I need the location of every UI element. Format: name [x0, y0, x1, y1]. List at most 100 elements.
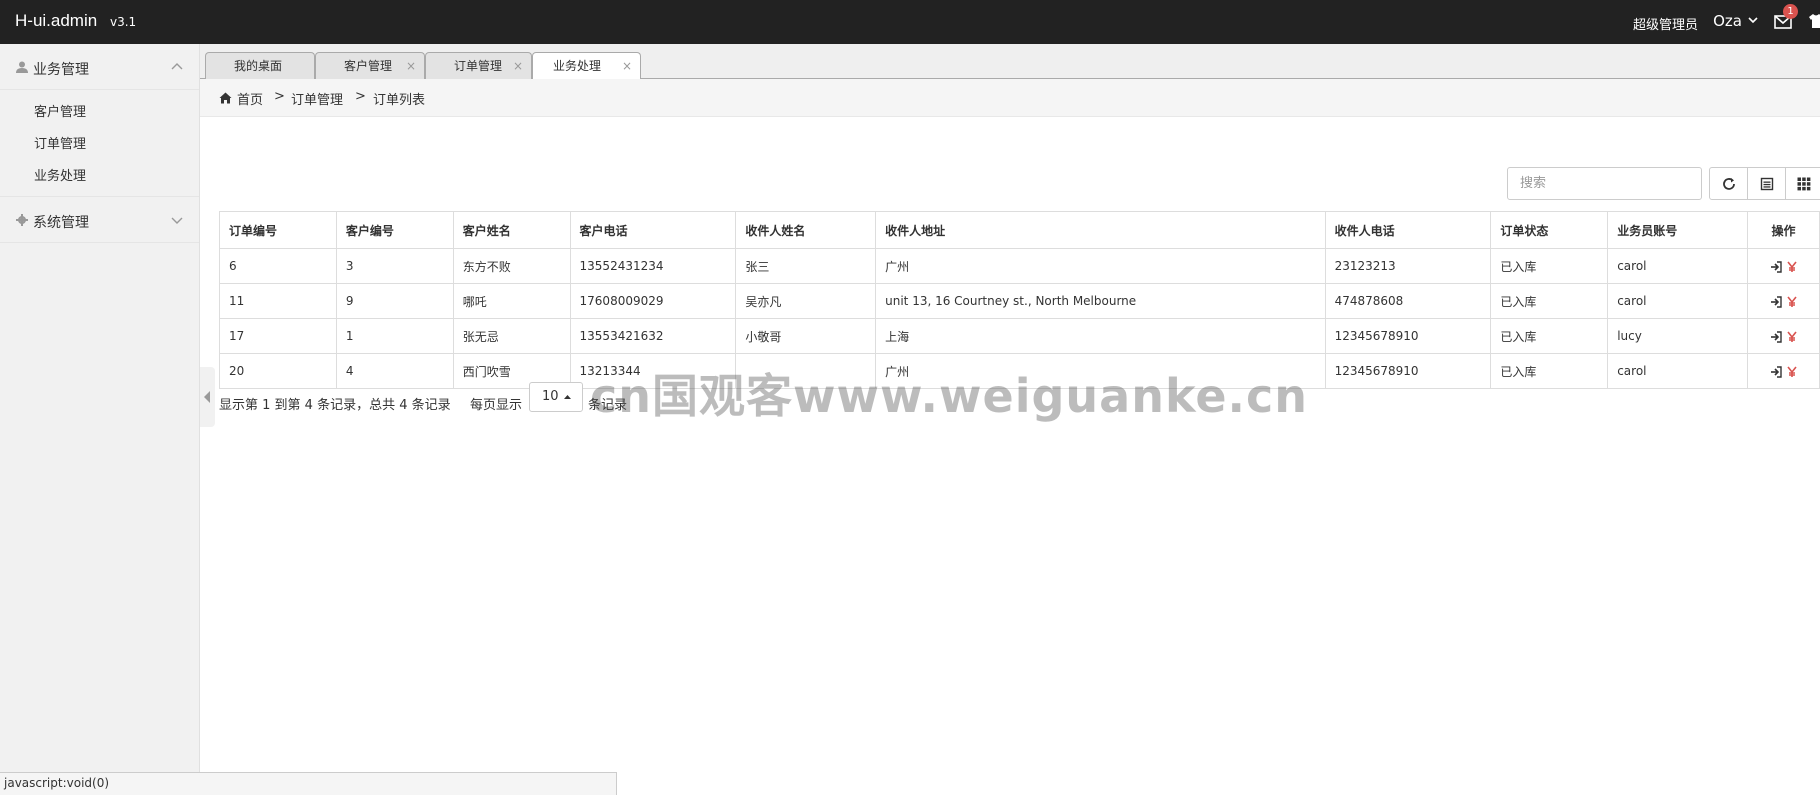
table-cell: 已入库	[1490, 283, 1609, 319]
chevron-up-icon	[171, 63, 183, 70]
page-size-select[interactable]: 10	[529, 382, 583, 412]
tab-label: 业务处理	[553, 59, 602, 73]
close-icon[interactable]: ×	[622, 53, 632, 79]
close-icon[interactable]: ×	[406, 53, 416, 79]
tab-label: 我的桌面	[234, 59, 283, 73]
table-row: 6 3 东方不败 13552431234 张三 广州 23123213 已入库 carol	[219, 248, 1820, 284]
pagination-summary: 显示第 1 到第 4 条记录，总共 4 条记录	[219, 398, 451, 413]
table-cell: 上海	[875, 318, 1326, 354]
column-header[interactable]: 客户编号	[335, 211, 454, 249]
sidebar-submenu: 客户管理 订单管理 业务处理	[0, 90, 199, 197]
sign-in-icon[interactable]	[1770, 365, 1782, 378]
table-cell: 13552431234	[569, 248, 737, 284]
yen-icon[interactable]	[1786, 331, 1798, 343]
table-cell: 23123213	[1324, 248, 1492, 284]
watermark: cn国观客www.weiguanke.cn	[590, 369, 1309, 423]
tab-desktop[interactable]: 我的桌面	[205, 52, 315, 79]
brand-logo[interactable]: H-ui.admin	[15, 11, 97, 31]
sidebar-item-customers[interactable]: 客户管理	[0, 97, 199, 129]
sign-in-icon[interactable]	[1770, 260, 1782, 273]
table-cell: unit 13, 16 Courtney st., North Melbourn…	[875, 283, 1326, 319]
table-cell: 11	[219, 283, 337, 319]
caret-up-icon	[564, 395, 571, 399]
table-cell: 6	[219, 248, 337, 284]
yen-icon[interactable]	[1786, 261, 1798, 273]
table-cell: 广州	[875, 248, 1326, 284]
tab-business[interactable]: 业务处理 ×	[532, 52, 641, 80]
sign-in-icon[interactable]	[1770, 295, 1782, 308]
columns-button[interactable]	[1785, 167, 1820, 200]
table-cell: carol	[1607, 353, 1748, 389]
column-header[interactable]: 收件人姓名	[735, 211, 877, 249]
table-cell: 已入库	[1490, 353, 1609, 389]
column-header[interactable]: 收件人地址	[875, 211, 1326, 249]
column-header[interactable]: 收件人电话	[1324, 211, 1492, 249]
list-icon	[1760, 177, 1773, 190]
column-header[interactable]: 客户姓名	[452, 211, 571, 249]
column-header: 操作	[1747, 211, 1820, 249]
sidebar-item-orders[interactable]: 订单管理	[0, 129, 199, 161]
yen-icon[interactable]	[1786, 366, 1798, 378]
chevron-down-icon	[171, 217, 183, 224]
breadcrumb-level1[interactable]: 订单管理	[291, 89, 343, 108]
sidebar-item-business[interactable]: 业务处理	[0, 161, 199, 193]
user-menu[interactable]: Oza	[1713, 12, 1742, 30]
column-header[interactable]: 客户电话	[569, 211, 737, 249]
tab-label: 客户管理	[344, 59, 393, 73]
sign-in-icon[interactable]	[1770, 330, 1782, 343]
sidebar: 业务管理 客户管理 订单管理 业务处理 系统管理	[0, 44, 200, 795]
breadcrumb-separator: >	[274, 89, 285, 104]
row-actions	[1747, 318, 1820, 354]
role-label: 超级管理员	[1632, 18, 1698, 33]
yen-icon[interactable]	[1786, 296, 1798, 308]
home-icon	[219, 92, 232, 104]
sidebar-group-business[interactable]: 业务管理	[0, 44, 199, 90]
main-content: 订单编号 客户编号 客户姓名 客户电话 收件人姓名 收件人地址 收件人电话 订单…	[200, 117, 1820, 772]
table-cell: 东方不败	[452, 248, 571, 284]
refresh-button[interactable]	[1709, 167, 1748, 200]
shirt-icon[interactable]	[1808, 13, 1820, 29]
close-icon[interactable]: ×	[513, 53, 523, 79]
table-cell: 474878608	[1324, 283, 1492, 319]
gear-icon	[16, 214, 28, 226]
table-cell: 已入库	[1490, 318, 1609, 354]
tab-bar: 我的桌面 客户管理 × 订单管理 × 业务处理 ×	[200, 44, 1820, 80]
refresh-icon	[1722, 177, 1735, 190]
table-cell: 张无忌	[452, 318, 571, 354]
row-actions	[1747, 248, 1820, 284]
sidebar-group-system[interactable]: 系统管理	[0, 197, 199, 243]
version-label: v3.1	[110, 15, 137, 29]
sidebar-collapse-handle[interactable]	[200, 367, 215, 427]
sidebar-group-label: 业务管理	[33, 62, 89, 78]
table-cell: 张三	[735, 248, 877, 284]
table-cell: 17	[219, 318, 337, 354]
table-cell: 12345678910	[1324, 318, 1492, 354]
user-icon	[16, 61, 28, 73]
per-page-label: 每页显示	[470, 398, 523, 413]
chevron-left-icon	[204, 391, 210, 403]
table-cell: 哪吒	[452, 283, 571, 319]
column-header[interactable]: 订单状态	[1490, 211, 1609, 249]
breadcrumb-separator: >	[355, 89, 366, 104]
chevron-down-icon[interactable]	[1748, 15, 1758, 25]
table-cell: 已入库	[1490, 248, 1609, 284]
table-row: 11 9 哪吒 17608009029 吴亦凡 unit 13, 16 Courtney …	[219, 283, 1820, 319]
toggle-view-button[interactable]	[1747, 167, 1786, 200]
table-header-row: 订单编号 客户编号 客户姓名 客户电话 收件人姓名 收件人地址 收件人电话 订单…	[219, 211, 1820, 249]
mail-count-badge[interactable]: 1	[1783, 4, 1798, 19]
table-cell: 吴亦凡	[735, 283, 877, 319]
tab-orders[interactable]: 订单管理 ×	[425, 52, 532, 79]
column-header[interactable]: 订单编号	[219, 211, 337, 249]
table-cell: lucy	[1607, 318, 1748, 354]
table-cell: 20	[219, 353, 337, 389]
top-navbar: H-ui.admin v3.1 超级管理员 Oza 1	[0, 0, 1820, 44]
table-cell: 12345678910	[1324, 353, 1492, 389]
column-header[interactable]: 业务员账号	[1607, 211, 1748, 249]
table-cell: 小敬哥	[735, 318, 877, 354]
tab-customers[interactable]: 客户管理 ×	[315, 52, 425, 79]
page-size-value: 10	[542, 389, 559, 404]
table-cell: 9	[335, 283, 454, 319]
search-input[interactable]	[1507, 167, 1702, 200]
breadcrumb-home[interactable]: 首页	[237, 89, 263, 108]
sidebar-group-label: 系统管理	[33, 215, 89, 231]
